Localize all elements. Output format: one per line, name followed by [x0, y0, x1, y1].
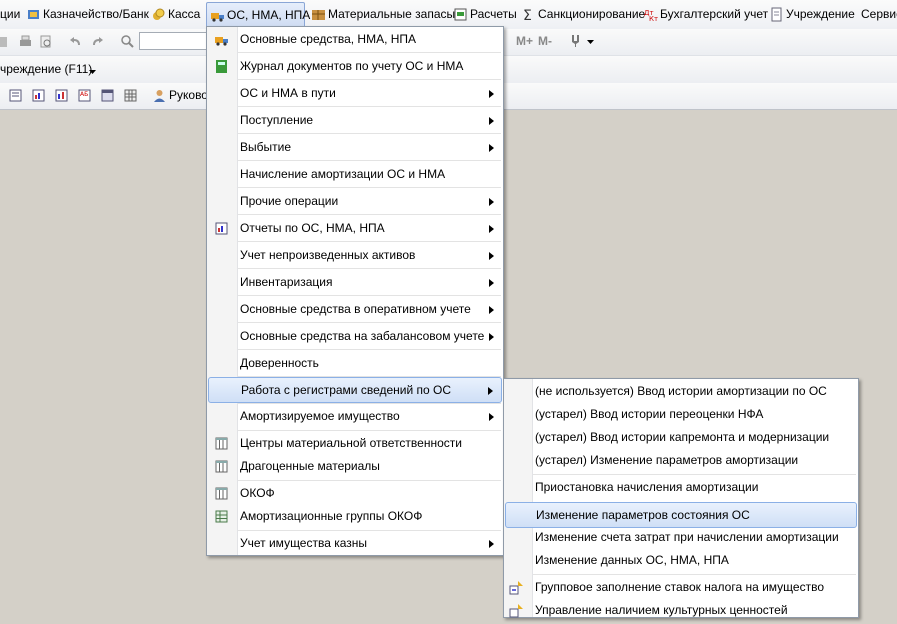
redo-icon[interactable] [89, 34, 104, 49]
menu-separator [238, 106, 501, 107]
print-preview-icon[interactable] [38, 34, 53, 49]
sigma-icon: Σ [523, 8, 532, 22]
menu-separator [238, 268, 501, 269]
submenu-item-suspend-depreciation[interactable]: Приостановка начисления амортизации [504, 475, 858, 501]
report-icon[interactable] [54, 88, 69, 103]
chevron-right-icon [489, 117, 494, 125]
menu-separator [238, 241, 501, 242]
table-icon [215, 460, 228, 473]
menu-separator [238, 160, 501, 161]
institution-selector[interactable]: чреждение (F11) [0, 62, 92, 76]
treasury-icon [28, 10, 39, 19]
memory-plus-button[interactable]: M+ [516, 34, 533, 48]
menu-item-okof-depreciation-groups[interactable]: Амортизационные группы ОКОФ [207, 504, 503, 530]
coins-icon [153, 8, 165, 20]
chevron-down-icon[interactable] [586, 37, 595, 46]
chevron-right-icon [489, 306, 494, 314]
menu-separator [238, 52, 501, 53]
svg-text:Кт: Кт [649, 15, 658, 22]
debit-credit-icon: ДтКт [644, 9, 658, 22]
menu-separator [238, 349, 501, 350]
menu-item-depreciable-property[interactable]: Амортизируемое имущество [207, 404, 503, 430]
chevron-right-icon [489, 540, 494, 548]
menu-separator [238, 214, 501, 215]
svg-text:Σ: Σ [523, 8, 532, 22]
report-icon [215, 222, 228, 235]
print-icon[interactable] [18, 34, 33, 49]
document-icon [771, 7, 782, 22]
chevron-down-icon[interactable] [88, 67, 97, 76]
materials-icon [312, 10, 325, 20]
user-icon[interactable] [152, 88, 167, 103]
submenu-item-depreciation-params[interactable]: (устарел) Изменение параметров амортизац… [504, 448, 858, 474]
journal-icon [216, 60, 227, 73]
group-fill-icon [509, 581, 523, 595]
chevron-right-icon [489, 198, 494, 206]
menu-item-inventory[interactable]: Инвентаризация [207, 270, 503, 296]
menu-separator [238, 133, 501, 134]
menu-item-reports[interactable]: Отчеты по ОС, НМА, НПА [207, 216, 503, 242]
menu-item-receipt[interactable]: Поступление [207, 108, 503, 134]
chevron-right-icon [489, 279, 494, 287]
truck-icon [215, 37, 228, 46]
grid-icon[interactable] [123, 88, 138, 103]
chevron-right-icon [489, 252, 494, 260]
menu-separator [238, 79, 501, 80]
truck-icon [211, 13, 224, 22]
menu-item-documents-journal[interactable]: Журнал документов по учету ОС и НМА [207, 54, 503, 80]
table-icon [215, 437, 228, 450]
paste-icon[interactable] [0, 34, 9, 49]
menu-item-nonproduced-assets[interactable]: Учет непроизведенных активов [207, 243, 503, 269]
chevron-right-icon [488, 387, 493, 395]
search-input[interactable] [139, 32, 209, 50]
menu-separator [238, 187, 501, 188]
menu-item-off-balance-accounting[interactable]: Основные средства на забалансовом учете [207, 324, 503, 350]
menu-separator [238, 322, 501, 323]
table-icon [215, 487, 228, 500]
chevron-right-icon [489, 333, 494, 341]
tools-icon[interactable] [568, 33, 583, 48]
cultural-values-icon [509, 604, 523, 618]
menu-item-other-operations[interactable]: Прочие операции [207, 189, 503, 215]
fixed-assets-menu: Основные средства, НМА, НПА Журнал докум… [206, 26, 504, 556]
chevron-right-icon [489, 144, 494, 152]
report-icon[interactable] [31, 88, 46, 103]
chevron-right-icon [489, 90, 494, 98]
grid-icon [215, 510, 228, 523]
settlements-icon [454, 8, 467, 21]
menu-item-precious-materials[interactable]: Драгоценные материалы [207, 454, 503, 480]
undo-icon[interactable] [69, 34, 84, 49]
chevron-right-icon [489, 225, 494, 233]
menu-item-depreciation[interactable]: Начисление амортизации ОС и НМА [207, 162, 503, 188]
registers-submenu: (не используется) Ввод истории амортизац… [503, 378, 859, 618]
menu-item-power-of-attorney[interactable]: Доверенность [207, 351, 503, 377]
menu-item-operational-accounting[interactable]: Основные средства в оперативном учете [207, 297, 503, 323]
submenu-item-asset-data[interactable]: Изменение данных ОС, НМА, НПА [504, 548, 858, 574]
menu-item-assets-in-transit[interactable]: ОС и НМА в пути [207, 81, 503, 107]
menubar-item-fixed-assets[interactable]: ОС, НМА, НПА [206, 2, 310, 28]
manager-button[interactable]: Руково [169, 88, 208, 102]
document-list-icon[interactable] [8, 88, 23, 103]
menu-item-fixed-assets[interactable]: Основные средства, НМА, НПА [207, 27, 503, 53]
menu-item-registers[interactable]: Работа с регистрами сведений по ОС [208, 377, 502, 403]
calendar-icon[interactable] [100, 88, 115, 103]
submenu-item-cultural-values[interactable]: Управление наличием культурных ценностей [504, 598, 858, 624]
menu-item-treasury-property[interactable]: Учет имущества казны [207, 531, 503, 557]
search-icon[interactable] [120, 34, 135, 49]
menu-separator [238, 295, 501, 296]
svg-text:АБ: АБ [80, 91, 88, 98]
menu-item-disposal[interactable]: Выбытие [207, 135, 503, 161]
spellcheck-icon[interactable]: АБ [77, 88, 92, 103]
chevron-right-icon [489, 413, 494, 421]
memory-minus-button[interactable]: M- [538, 34, 552, 48]
